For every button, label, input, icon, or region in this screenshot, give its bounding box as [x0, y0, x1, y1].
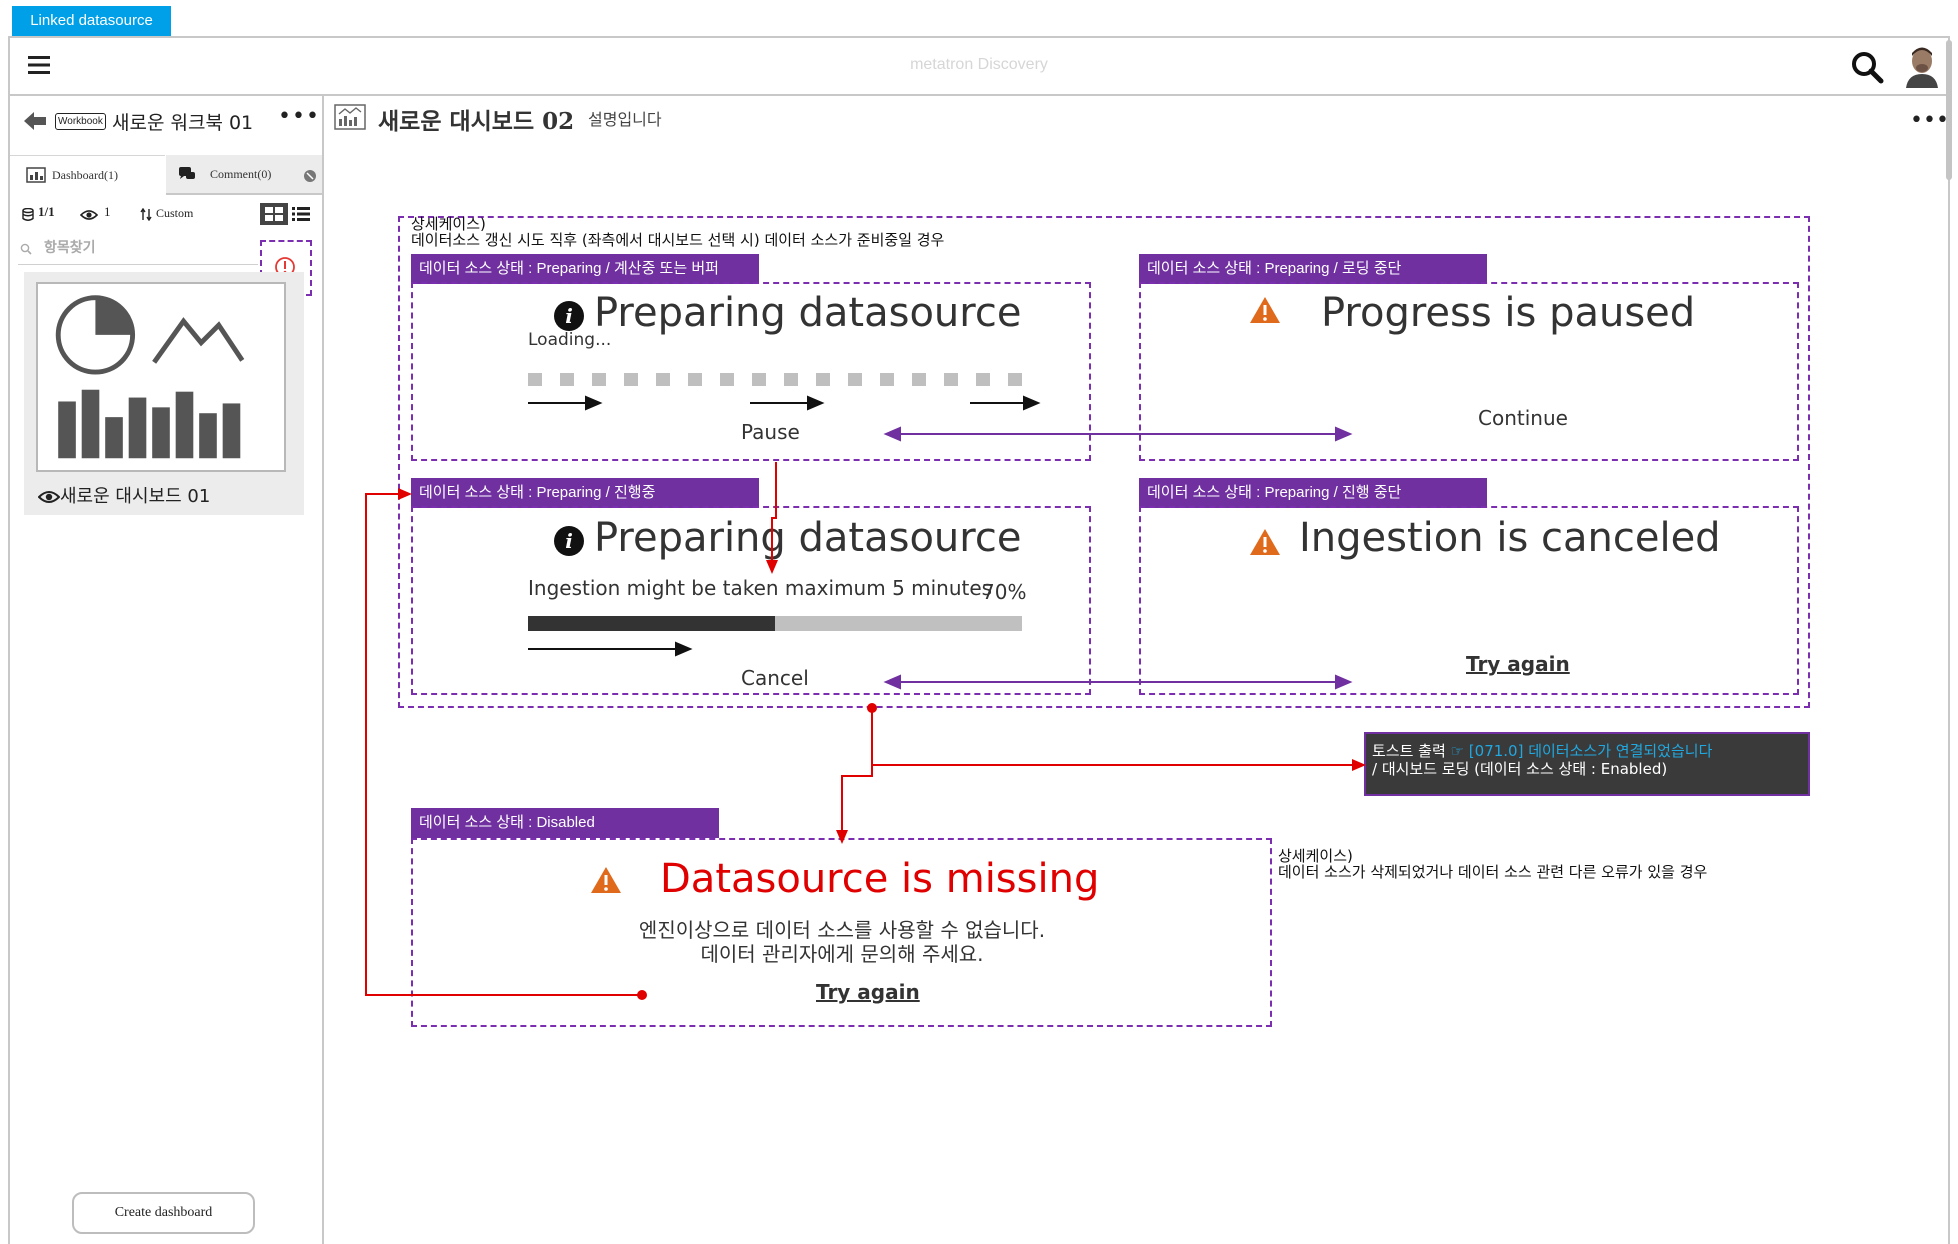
db-icon [22, 208, 34, 221]
dashboard-search[interactable]: 항목찾기 [18, 234, 258, 265]
info-icon: i [554, 301, 584, 331]
search-placeholder: 항목찾기 [44, 240, 96, 256]
try-again-button[interactable]: Try again [1466, 652, 1570, 676]
search-icon[interactable] [1850, 50, 1884, 84]
progress-title: Preparing datasource [594, 515, 1022, 561]
sort-icon[interactable] [140, 208, 152, 221]
dashboard-item-name: 새로운 대시보드 01 [60, 486, 211, 507]
list-view-icon[interactable] [292, 206, 310, 222]
try-again-button[interactable]: Try again [816, 980, 920, 1004]
detail-case-top-heading: 상세케이스) [411, 215, 486, 233]
paused-title: Progress is paused [1321, 290, 1696, 336]
app-name: metatron Discovery [910, 56, 1048, 73]
missing-title: Datasource is missing [660, 856, 1100, 902]
warning-icon [1250, 529, 1280, 555]
tab-dashboard-label: Dashboard(1) [52, 168, 118, 182]
canceled-title: Ingestion is canceled [1299, 515, 1721, 561]
loading-direction-arrows [528, 395, 1041, 411]
missing-message: 엔진이상으로 데이터 소스를 사용할 수 없습니다. 데이터 관리자에게 문의해… [412, 918, 1272, 966]
state-label-canceled: 데이터 소스 상태 : Preparing / 진행 중단 [1139, 478, 1487, 508]
page-title-number: 02 [542, 108, 575, 135]
state-label-preparing-buffer: 데이터 소스 상태 : Preparing / 계산중 또는 버퍼 [411, 254, 759, 284]
toast-message: [071.0] 데이터소스가 연결되었습니다 [1468, 742, 1713, 760]
loading-text: Loading... [528, 330, 612, 350]
sort-label[interactable]: Custom [156, 206, 193, 221]
detail-case-bottom-text: 데이터 소스가 삭제되었거나 데이터 소스 관련 다른 오류가 있을 경우 [1278, 863, 1708, 881]
avatar[interactable] [1904, 44, 1940, 88]
search-small-icon [20, 243, 32, 255]
tab-dashboard[interactable]: Dashboard(1) [10, 155, 165, 195]
continue-button[interactable]: Continue [1478, 406, 1568, 430]
detail-case-bottom-note: 상세케이스) 데이터 소스가 삭제되었거나 데이터 소스 관련 다른 오류가 있… [1278, 848, 1707, 880]
grid-view-icon[interactable] [260, 203, 288, 225]
pause-button[interactable]: Pause [741, 420, 800, 444]
detail-case-bottom-heading: 상세케이스) [1278, 847, 1353, 865]
warning-icon [1250, 297, 1280, 323]
preparing-title: Preparing datasource [594, 290, 1022, 336]
toast-prefix: 토스트 출력 [1372, 742, 1446, 760]
dashboard-icon [334, 104, 366, 130]
tab-comment[interactable]: Comment(0) [166, 155, 322, 195]
progress-percent: 70% [982, 580, 1027, 604]
back-arrow-icon[interactable] [22, 110, 48, 132]
workbook-name: 새로운 워크북 01 [112, 112, 254, 134]
state-label-paused: 데이터 소스 상태 : Preparing / 로딩 중단 [1139, 254, 1487, 284]
scrollbar[interactable] [1944, 38, 1956, 1244]
workbook-more-button[interactable]: ••• [278, 104, 320, 129]
workbook-badge: Workbook [55, 113, 106, 130]
dashboard-item[interactable]: 새로운 대시보드 01 [37, 482, 211, 508]
dashboard-toolbar: 1/1 1 Custom [20, 203, 316, 227]
progress-message: Ingestion might be taken maximum 5 minut… [528, 576, 993, 600]
loading-dots [528, 373, 1022, 386]
page-count: 1/1 [38, 204, 55, 219]
state-label-progress: 데이터 소스 상태 : Preparing / 진행중 [411, 478, 759, 508]
view-count: 1 [104, 204, 111, 219]
dashboard-icon [26, 167, 46, 183]
state-label-disabled: 데이터 소스 상태 : Disabled [411, 808, 719, 838]
eye-icon [80, 210, 98, 220]
missing-message-line2: 데이터 관리자에게 문의해 주세요. [700, 942, 984, 966]
cancel-button[interactable]: Cancel [741, 666, 809, 690]
progress-bar-fill [528, 616, 775, 631]
linked-datasource-tab[interactable]: Linked datasource [12, 6, 171, 36]
eye-icon [37, 491, 61, 503]
comment-icon [179, 167, 195, 179]
warning-icon [591, 867, 621, 893]
dashboard-thumbnail[interactable] [36, 282, 286, 472]
status-icon [304, 170, 316, 182]
detail-case-top-text: 데이터소스 갱신 시도 직후 (좌측에서 대시보드 선택 시) 데이터 소스가 … [411, 231, 945, 249]
progress-bar [528, 616, 1022, 631]
page-description[interactable]: 설명입니다 [588, 106, 662, 130]
missing-message-line1: 엔진이상으로 데이터 소스를 사용할 수 없습니다. [638, 918, 1046, 942]
detail-case-top-note: 상세케이스) 데이터소스 갱신 시도 직후 (좌측에서 대시보드 선택 시) 데… [411, 216, 944, 248]
tab-comment-label: Comment(0) [210, 167, 272, 181]
info-icon: i [554, 526, 584, 556]
toast-arrow: ☞ [1450, 742, 1465, 760]
page-title[interactable]: 새로운 대시보드 02 [378, 102, 574, 136]
dashboard-more-button[interactable]: ••• [1910, 108, 1949, 133]
toast-line2: / 대시보드 로딩 (데이터 소스 상태 : Enabled) [1372, 760, 1668, 778]
page-title-text: 새로운 대시보드 [378, 109, 535, 135]
toast-annotation: 토스트 출력 ☞ [071.0] 데이터소스가 연결되었습니다 / 대시보드 로… [1364, 732, 1810, 796]
progress-direction-arrow [528, 641, 693, 657]
create-dashboard-button[interactable]: Create dashboard [72, 1192, 255, 1234]
